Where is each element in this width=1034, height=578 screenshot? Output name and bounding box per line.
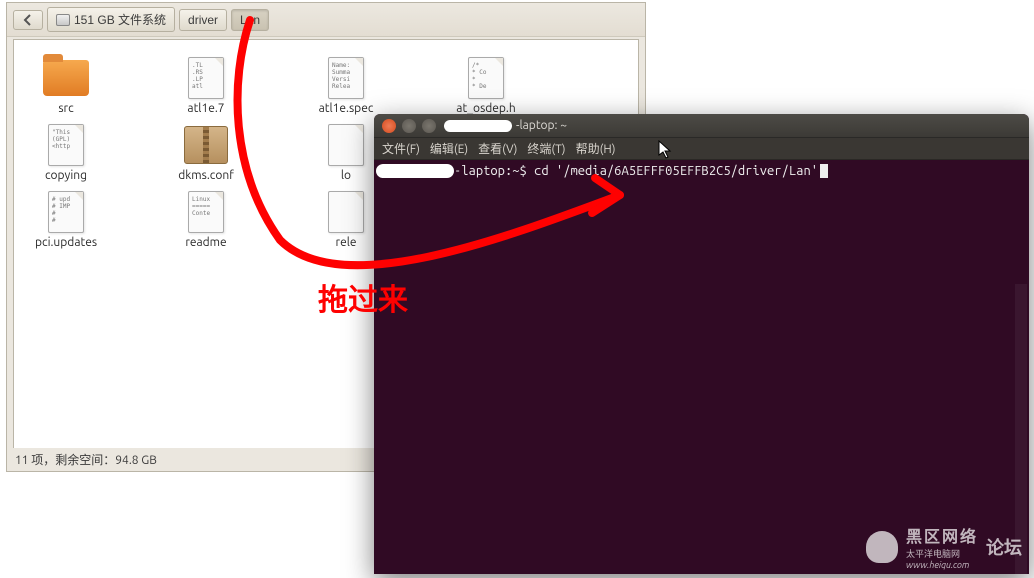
menu-help[interactable]: 帮助(H): [576, 140, 616, 157]
close-icon[interactable]: [382, 119, 396, 133]
menu-view[interactable]: 查看(V): [478, 140, 517, 157]
breadcrumb-driver[interactable]: driver: [179, 9, 227, 31]
file-label: pci.updates: [35, 236, 97, 249]
terminal-body[interactable]: -laptop:~$ cd '/media/6A5EFFF05EFFB2C5/d…: [374, 160, 1029, 574]
file-item-atl1e7[interactable]: .TL .RS .LP atl atl1e.7: [166, 56, 246, 115]
document-icon: [328, 124, 364, 166]
terminal-prompt-line: -laptop:~$ cd '/media/6A5EFFF05EFFB2C5/d…: [380, 164, 1023, 178]
breadcrumb: 151 GB 文件系统 driver Lan: [7, 3, 645, 37]
breadcrumb-disk[interactable]: 151 GB 文件系统: [47, 7, 175, 32]
watermark: 黑区网络 太平洋电脑网 www.heiqu.com 论坛: [866, 523, 1022, 570]
menu-edit[interactable]: 编辑(E): [430, 140, 468, 157]
minimize-icon[interactable]: [402, 119, 416, 133]
terminal-cursor: [820, 164, 828, 178]
redacted-username: [376, 164, 454, 178]
archive-icon: [184, 126, 228, 164]
window-controls: [382, 119, 436, 133]
file-item-readme[interactable]: Linux ===== Conte readme: [166, 190, 246, 249]
file-item-copying[interactable]: "This (GPL) <http copying: [26, 123, 106, 182]
document-icon: Name: Summa Versi Relea: [328, 57, 364, 99]
terminal-command: cd '/media/6A5EFFF05EFFB2C5/driver/Lan': [534, 164, 818, 178]
back-button[interactable]: [13, 10, 43, 30]
menu-file[interactable]: 文件(F): [382, 140, 420, 157]
maximize-icon[interactable]: [422, 119, 436, 133]
terminal-menubar: 文件(F) 编辑(E) 查看(V) 终端(T) 帮助(H): [374, 138, 1029, 160]
file-item-dkms[interactable]: dkms.conf: [166, 123, 246, 182]
file-item-osdep[interactable]: /* * Co * * De at_osdep.h: [446, 56, 526, 115]
watermark-sub: 太平洋电脑网: [906, 547, 978, 560]
terminal-titlebar[interactable]: -laptop: ~: [374, 114, 1029, 138]
file-label: atl1e.7: [187, 102, 224, 115]
file-item-spec[interactable]: Name: Summa Versi Relea atl1e.spec: [306, 56, 386, 115]
document-icon: # upd # IMP # #: [48, 191, 84, 233]
disk-icon: [56, 14, 70, 26]
back-arrow-icon: [22, 14, 34, 26]
file-label: src: [58, 102, 73, 115]
file-label: readme: [185, 236, 226, 249]
breadcrumb-disk-label: 151 GB 文件系统: [74, 11, 166, 28]
terminal-title: -laptop: ~: [444, 119, 567, 132]
document-icon: [328, 191, 364, 233]
redacted-username: [444, 120, 512, 132]
mushroom-icon: [866, 531, 898, 563]
watermark-bbs: 论坛: [986, 534, 1022, 560]
file-label: atl1e.spec: [319, 102, 374, 115]
document-icon: .TL .RS .LP atl: [188, 57, 224, 99]
menu-terminal[interactable]: 终端(T): [527, 140, 565, 157]
file-label: rele: [336, 236, 357, 249]
watermark-brand: 黑区网络: [906, 523, 978, 547]
file-label: lo: [341, 169, 351, 182]
document-icon: "This (GPL) <http: [48, 124, 84, 166]
document-icon: /* * Co * * De: [468, 57, 504, 99]
file-label: dkms.conf: [178, 169, 234, 182]
file-item-src[interactable]: src: [26, 56, 106, 115]
breadcrumb-lan[interactable]: Lan: [231, 9, 269, 31]
file-label: copying: [45, 169, 87, 182]
folder-icon: [43, 60, 89, 96]
prompt-host: -laptop:~$: [454, 164, 534, 178]
terminal-window: -laptop: ~ 文件(F) 编辑(E) 查看(V) 终端(T) 帮助(H)…: [374, 114, 1029, 574]
document-icon: Linux ===== Conte: [188, 191, 224, 233]
file-item-pci[interactable]: # upd # IMP # # pci.updates: [26, 190, 106, 249]
watermark-url: www.heiqu.com: [906, 560, 978, 570]
